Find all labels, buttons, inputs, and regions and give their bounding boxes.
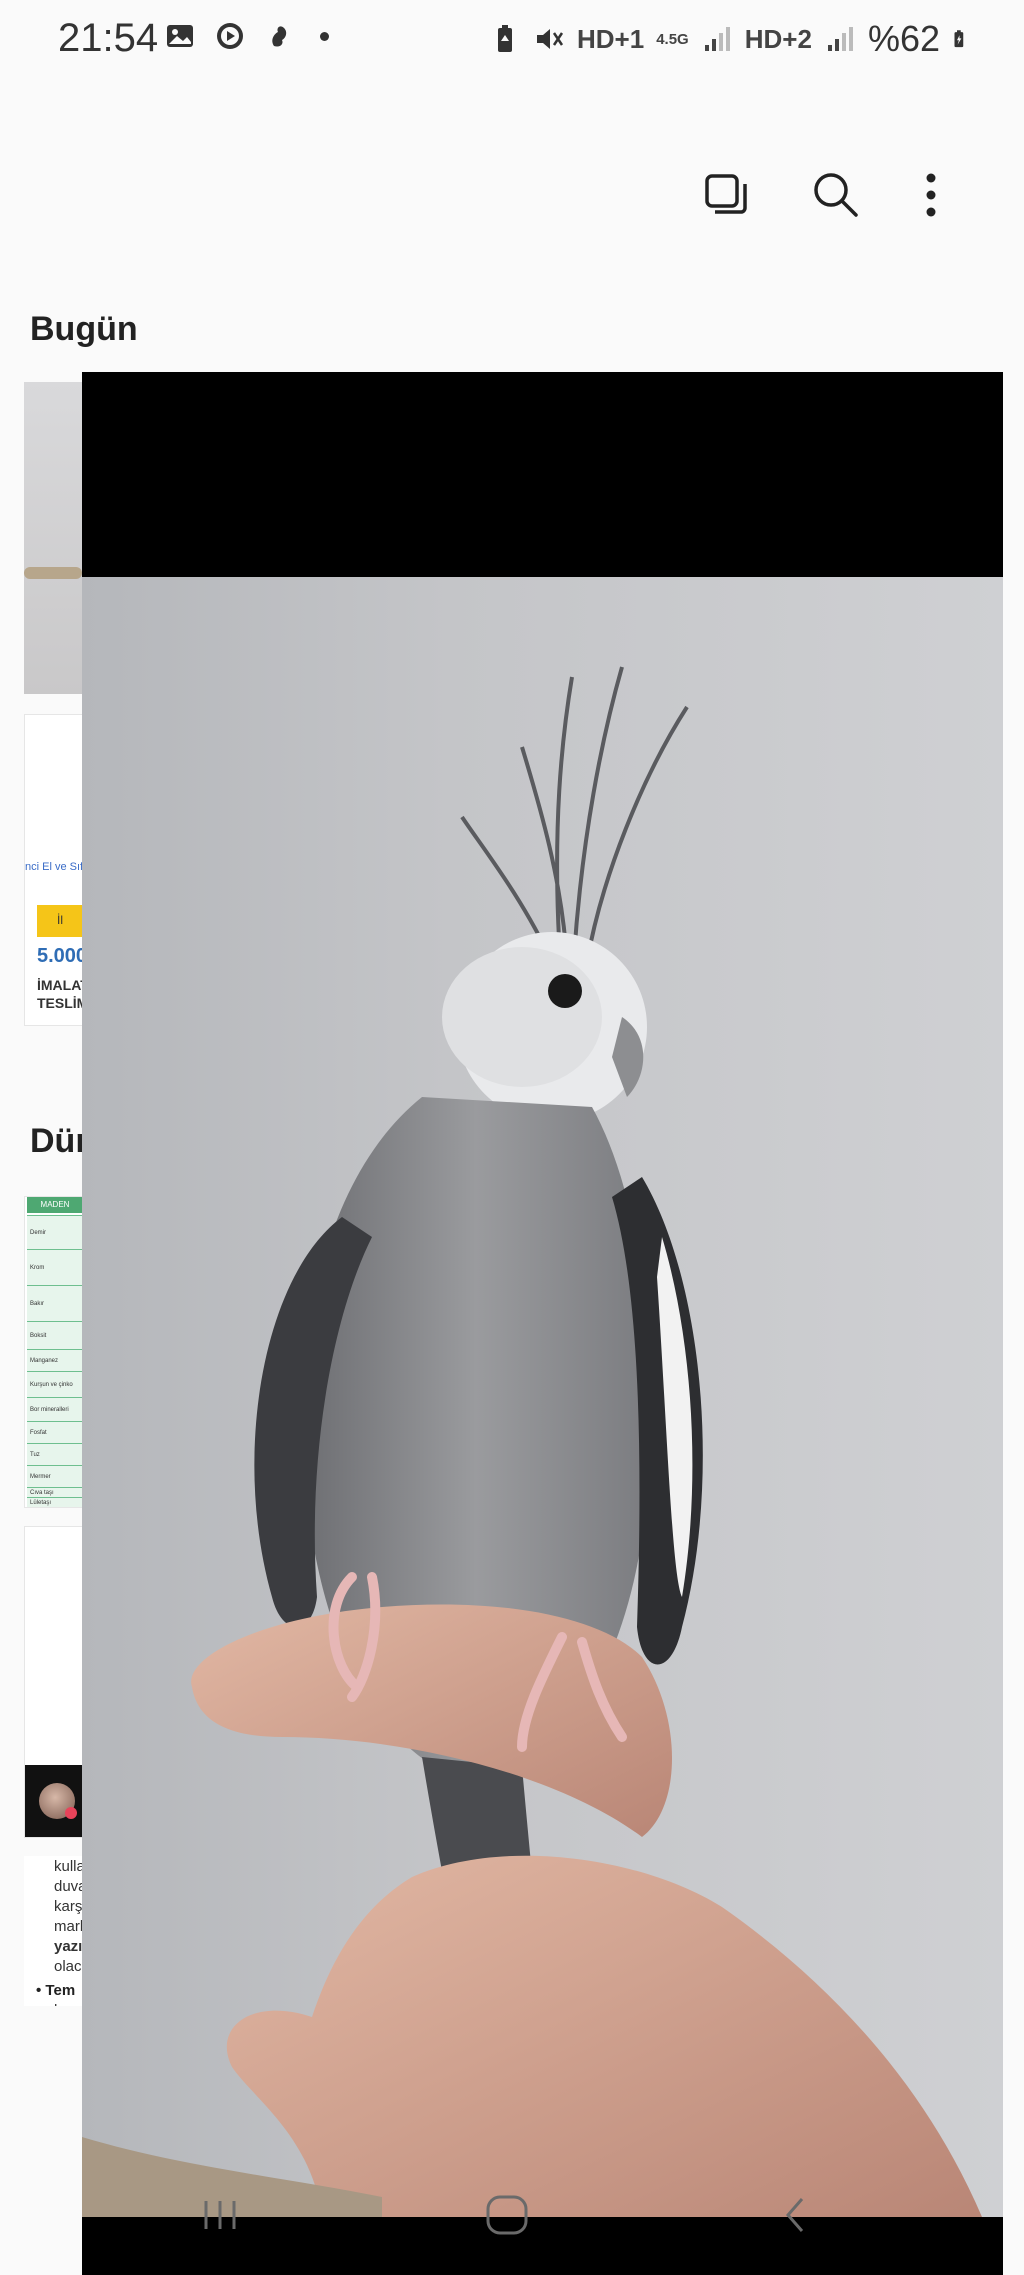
thumbnail-text-screenshot[interactable]: kulla duva karş marl yazı olac • Tem hou… [24, 1856, 82, 2006]
play-icon [217, 23, 243, 49]
status-right: HD+1 4.5G HD+2 %62 [489, 18, 972, 60]
gallery-toolbar [624, 160, 1024, 230]
text-bullet: • Tem [36, 1982, 76, 1999]
table-row: Boksit [27, 1321, 83, 1349]
table-row: Demir [27, 1215, 83, 1249]
back-icon [786, 2198, 804, 2232]
table-row: Bakır [27, 1285, 83, 1321]
network-1-label: HD+1 [577, 23, 645, 54]
search-icon [814, 173, 858, 217]
network-2-label: HD+2 [744, 23, 812, 54]
section-title-today: Bugün [30, 310, 138, 348]
table-row: Kurşun ve çinko [27, 1371, 83, 1397]
listing-price: 5.000 [37, 945, 84, 967]
thumbnail-social-screenshot[interactable] [24, 1526, 84, 1838]
table-header: MADEN [27, 1197, 83, 1213]
table-row: Mermer [27, 1465, 83, 1487]
select-button[interactable] [691, 160, 761, 230]
text-line: duva [54, 1878, 82, 1895]
status-bar: 21:54 HD+1 4.5G HD+2 %62 [0, 0, 1024, 80]
more-icon [926, 173, 936, 217]
more-options-button[interactable] [896, 160, 966, 230]
table-row: Fosfat [27, 1421, 83, 1443]
text-line: hour [54, 2002, 82, 2006]
thumbnail-listing-screenshot[interactable]: nci El ve Sıfı İl 5.000 İMALAT TESLİM [24, 714, 84, 1026]
recent-apps-icon [204, 2201, 236, 2229]
table-row: Cıva taşı [27, 1487, 83, 1497]
listing-tag: nci El ve Sıfı [25, 861, 84, 873]
live-badge-icon [65, 1807, 77, 1819]
thumbnail-branch [24, 567, 82, 579]
video-frame-cockatiel [82, 577, 1003, 2217]
table-row: Krom [27, 1249, 83, 1285]
recent-apps-button[interactable] [190, 2190, 250, 2240]
home-icon [486, 2195, 528, 2235]
back-button[interactable] [765, 2190, 825, 2240]
text-line: karş [54, 1898, 82, 1915]
more-notifications-dot [320, 31, 329, 41]
table-row: Lületaşı [27, 1497, 83, 1507]
search-button[interactable] [801, 160, 871, 230]
table-row: Bor mineralleri [27, 1397, 83, 1421]
gallery-icon [167, 25, 193, 47]
listing-line-1: İMALAT [37, 977, 84, 993]
text-line: marl [54, 1918, 82, 1935]
cockatiel-illustration [82, 666, 982, 2217]
mute-icon [537, 29, 564, 49]
thumbnail-bird-photo[interactable] [24, 382, 82, 694]
text-line: kulla [54, 1858, 82, 1875]
profile-bar [25, 1765, 83, 1837]
text-line: olac [54, 1958, 82, 1975]
video-preview-overlay[interactable] [82, 372, 1003, 2275]
signal-icon-2 [827, 27, 853, 51]
select-icon [705, 174, 747, 214]
table-row: Manganez [27, 1349, 83, 1371]
table-row: Tuz [27, 1443, 83, 1465]
text-bullet-label: Tem [45, 1982, 76, 1999]
listing-button: İl [37, 905, 83, 937]
battery-percent: %62 [867, 18, 940, 59]
status-time: 21:54 [58, 16, 159, 60]
home-button[interactable] [477, 2190, 537, 2240]
battery-saver-icon [498, 25, 512, 52]
network-gen-label: 4.5G [656, 30, 689, 48]
app-notification-icon [272, 26, 287, 47]
notification-icons [164, 20, 329, 52]
listing-line-2: TESLİM [37, 995, 84, 1011]
thumbnail-table-screenshot[interactable]: MADEN Demir Krom Bakır Boksit Manganez K… [24, 1196, 84, 1508]
battery-icon [954, 30, 964, 48]
text-line: yazı [54, 1938, 82, 1955]
signal-icon-1 [704, 27, 730, 51]
system-nav-bar [0, 2180, 1024, 2250]
